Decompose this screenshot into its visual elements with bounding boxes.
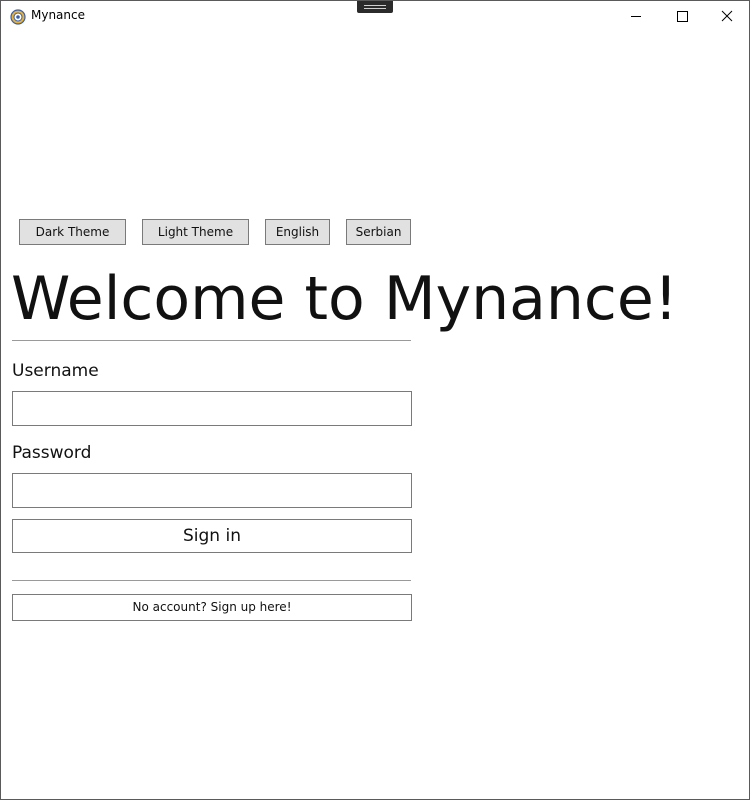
light-theme-button[interactable]: Light Theme: [142, 219, 249, 245]
maximize-button[interactable]: [659, 1, 705, 32]
signup-divider: [12, 580, 411, 581]
title-bar[interactable]: Mynance: [1, 1, 749, 32]
minimize-button[interactable]: [613, 1, 659, 32]
maximize-icon: [677, 11, 688, 22]
password-input[interactable]: [12, 473, 412, 508]
minimize-icon: [631, 16, 641, 17]
app-window: Mynance Dark Theme Light Theme English S…: [0, 0, 750, 800]
sign-up-button[interactable]: No account? Sign up here!: [12, 594, 412, 621]
serbian-button[interactable]: Serbian: [346, 219, 411, 245]
snap-layout-handle[interactable]: [357, 1, 393, 13]
close-icon: [721, 10, 733, 22]
dark-theme-button[interactable]: Dark Theme: [19, 219, 126, 245]
username-input[interactable]: [12, 391, 412, 426]
window-title: Mynance: [31, 8, 85, 22]
heading-divider: [12, 340, 411, 341]
close-button[interactable]: [704, 1, 750, 32]
mynance-gear-icon: [10, 9, 26, 25]
sign-in-button[interactable]: Sign in: [12, 519, 412, 553]
welcome-heading: Welcome to Mynance!: [11, 264, 678, 334]
english-button[interactable]: English: [265, 219, 330, 245]
password-label: Password: [12, 443, 92, 463]
username-label: Username: [12, 361, 99, 381]
